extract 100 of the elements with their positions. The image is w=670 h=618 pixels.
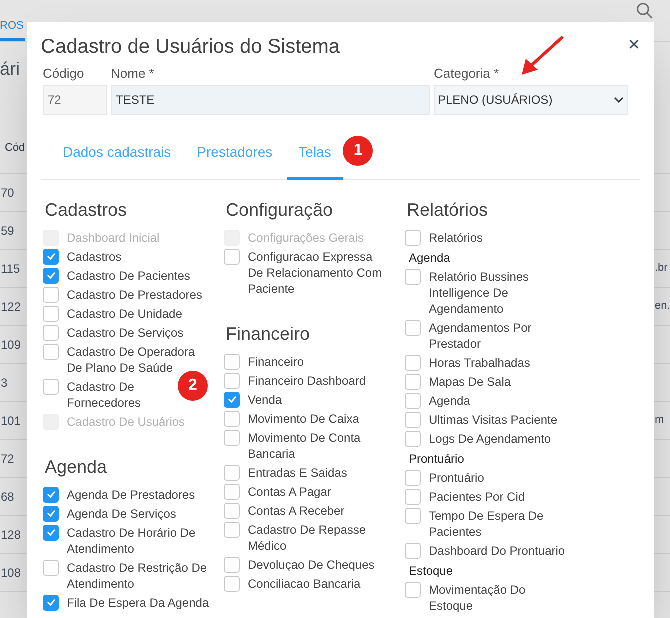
checkbox[interactable] xyxy=(43,486,59,502)
checkbox-label: Cadastro De Usuários xyxy=(67,414,186,428)
checkbox-label: Fila De Espera Da Agenda xyxy=(67,596,210,610)
checkbox-label: Cadastro De Repasse Médico xyxy=(248,522,366,552)
table-cell-text: m xyxy=(655,413,664,428)
checkbox[interactable] xyxy=(405,488,421,504)
checkbox-label: Contas A Receber xyxy=(248,504,345,518)
checkbox[interactable] xyxy=(405,470,421,486)
checkbox-label: Financeiro xyxy=(248,354,304,368)
checkbox-label: Movimentação Do Estoque xyxy=(429,582,526,612)
text-field: 72 xyxy=(43,85,107,115)
tab[interactable]: Dados cadastrais xyxy=(51,135,184,180)
checkbox[interactable] xyxy=(43,324,59,340)
checkbox-label: Agendamentos Por Prestador xyxy=(429,320,532,350)
check-icon xyxy=(46,599,56,606)
checkbox[interactable] xyxy=(405,392,421,408)
number-badge: 1 xyxy=(343,136,374,166)
checkbox-label: Relatórios xyxy=(429,230,484,244)
checkbox[interactable] xyxy=(43,268,59,284)
checkbox[interactable] xyxy=(405,430,421,446)
checkbox[interactable] xyxy=(224,484,240,500)
table-cell-text: 109 xyxy=(0,336,22,354)
checkbox[interactable] xyxy=(43,594,59,610)
checkbox[interactable] xyxy=(405,230,421,246)
check-icon xyxy=(46,272,56,279)
checkbox[interactable] xyxy=(43,560,59,576)
checkbox[interactable] xyxy=(43,378,59,394)
checkbox[interactable] xyxy=(224,392,240,408)
checkbox[interactable] xyxy=(224,354,240,370)
checkbox-label: Ultimas Visitas Paciente xyxy=(429,412,558,426)
checkbox-label: Logs De Agendamento xyxy=(429,432,552,446)
check-icon xyxy=(46,529,56,536)
checkbox-label: Financeiro Dashboard xyxy=(248,374,366,388)
checkbox-label: Cadastro De Serviços xyxy=(67,326,184,340)
checkbox-label: Movimento De Conta Bancaria xyxy=(248,430,361,460)
checkbox-label: Conciliacao Bancaria xyxy=(248,576,361,590)
checkbox[interactable] xyxy=(405,542,421,558)
checkbox[interactable] xyxy=(405,320,421,336)
checkbox[interactable] xyxy=(224,556,240,572)
checkbox[interactable] xyxy=(405,508,421,524)
section-heading: Financeiro xyxy=(226,323,312,346)
text-field[interactable]: TESTE xyxy=(111,85,430,115)
checkbox[interactable] xyxy=(405,582,421,598)
checkbox[interactable] xyxy=(224,372,240,388)
checkbox-label: Pacientes Por Cid xyxy=(429,490,526,504)
number-badge: 2 xyxy=(178,371,208,401)
tab[interactable]: Prestadores xyxy=(185,135,285,180)
group-label: Agenda xyxy=(409,250,452,266)
checkbox-label: Cadastro De Unidade xyxy=(67,306,182,320)
field-label: Código xyxy=(43,66,86,82)
column-header: Cód xyxy=(4,141,26,156)
checkbox[interactable] xyxy=(43,248,59,264)
checkbox-label: Horas Trabalhadas xyxy=(429,356,530,370)
group-label: Estoque xyxy=(409,563,454,579)
checkbox[interactable] xyxy=(405,412,421,428)
checkbox[interactable] xyxy=(405,354,421,370)
checkbox-label: Agenda xyxy=(429,394,470,408)
checkbox[interactable] xyxy=(43,286,59,302)
table-cell-text: 3 xyxy=(0,374,8,392)
section-heading: Relatórios xyxy=(407,199,490,222)
checkbox[interactable] xyxy=(224,576,240,592)
checkbox-label: Cadastro De Pacientes xyxy=(67,268,190,282)
checkbox-label: Cadastros xyxy=(67,250,122,264)
check-icon xyxy=(46,491,56,498)
checkbox[interactable] xyxy=(43,306,59,322)
checkbox-label: Configurações Gerais xyxy=(248,230,364,244)
checkbox[interactable] xyxy=(224,464,240,480)
checkbox[interactable] xyxy=(224,410,240,426)
chevron-down-icon xyxy=(614,97,624,103)
table-cell-text: 128 xyxy=(0,526,22,544)
checkbox-label: Tempo De Espera De Pacientes xyxy=(429,508,544,538)
close-button[interactable]: × xyxy=(628,35,640,55)
checkbox-label: Contas A Pagar xyxy=(248,484,332,498)
checkbox-label: Entradas E Saidas xyxy=(248,466,348,480)
search-icon[interactable] xyxy=(636,2,654,20)
section-heading: Agenda xyxy=(45,456,108,479)
checkbox-label: Venda xyxy=(248,392,282,406)
group-label: Prontuário xyxy=(409,451,466,467)
checkbox-label: Configuracao Expressa De Relacionamento Com Paciente xyxy=(248,250,382,296)
check-icon xyxy=(46,253,56,260)
table-cell-text: en. xyxy=(655,299,670,314)
checkbox[interactable] xyxy=(43,506,59,522)
checkbox[interactable] xyxy=(224,430,240,446)
table-cell-text: 72 xyxy=(0,450,14,468)
checkbox[interactable] xyxy=(43,344,59,360)
checkbox[interactable] xyxy=(224,522,240,538)
checkbox[interactable] xyxy=(224,502,240,518)
category-select[interactable]: PLENO (USUÁRIOS) xyxy=(434,85,628,115)
field-label: Categoria * xyxy=(434,66,500,82)
checkbox[interactable] xyxy=(224,248,240,264)
checkbox-label: Cadastro De Horário De Atendimento xyxy=(67,526,196,556)
checkbox-label: Relatório Bussines Intelligence De Agendamento xyxy=(429,270,530,316)
check-icon xyxy=(228,396,236,403)
dialog-title: Cadastro de Usuários do Sistema xyxy=(41,35,340,60)
checkbox[interactable] xyxy=(43,524,59,540)
table-cell-text: 115 xyxy=(0,260,20,278)
checkbox-label: Mapas De Sala xyxy=(429,374,512,388)
checkbox[interactable] xyxy=(405,374,421,390)
checkbox[interactable] xyxy=(405,268,421,284)
table-cell-text: 68 xyxy=(0,488,14,506)
